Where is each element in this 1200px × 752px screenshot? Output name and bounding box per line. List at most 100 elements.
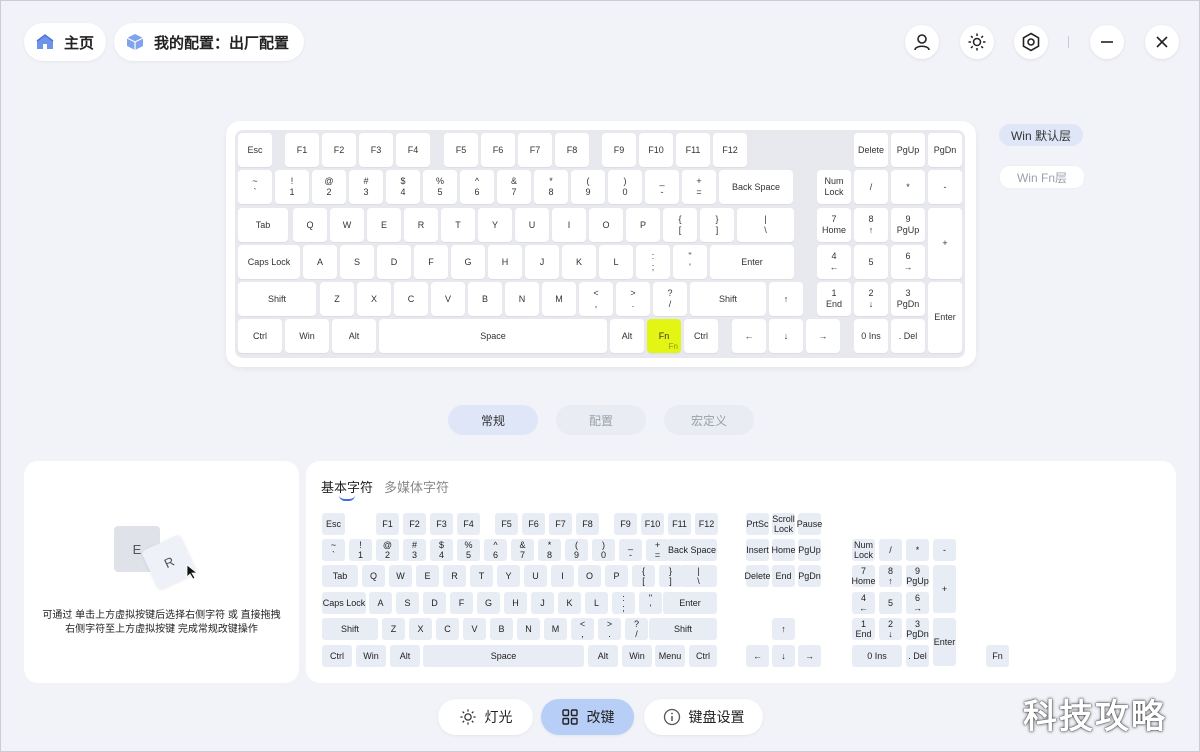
- kb-key-z[interactable]: Z: [320, 282, 354, 316]
- char-key-fn[interactable]: Fn: [986, 645, 1009, 667]
- numpad-key-6[interactable]: 6 →: [906, 592, 929, 614]
- char-key-shift[interactable]: Shift: [322, 618, 378, 640]
- kb-key-sym-4-10[interactable]: ? /: [653, 282, 687, 316]
- kb-key-v[interactable]: V: [431, 282, 465, 316]
- kb-key-5[interactable]: 5: [854, 245, 888, 279]
- numpad-key-sym-1[interactable]: /: [879, 539, 902, 561]
- char-key-l[interactable]: L: [585, 592, 608, 614]
- char-key-sym-3-11[interactable]: " ': [639, 592, 662, 614]
- char-key-c[interactable]: C: [436, 618, 459, 640]
- kb-key-q[interactable]: Q: [293, 208, 327, 242]
- kb-key-8[interactable]: 8 ↑: [854, 208, 888, 242]
- char-key-0[interactable]: ) 0: [592, 539, 615, 561]
- tab-config[interactable]: 配置: [556, 405, 646, 435]
- numpad-key-0-ins[interactable]: 0 Ins: [852, 645, 902, 667]
- char-key-caps-lock[interactable]: Caps Lock: [322, 592, 366, 614]
- kb-key-sym-2-17[interactable]: +: [928, 208, 962, 279]
- kb-key-enter[interactable]: Enter: [928, 282, 962, 353]
- kb-key-sym-1-11[interactable]: _ -: [645, 170, 679, 204]
- kb-key-i[interactable]: I: [552, 208, 586, 242]
- kb-key-sym-1-12[interactable]: + =: [682, 170, 716, 204]
- tab-basic-chars[interactable]: 基本字符: [321, 477, 373, 496]
- kb-key-4[interactable]: 4 ←: [817, 245, 851, 279]
- char-key-o[interactable]: O: [578, 565, 601, 587]
- numpad-key-1-end[interactable]: 1 End: [852, 618, 875, 640]
- char-key-p[interactable]: P: [605, 565, 628, 587]
- nav-keyboard-settings[interactable]: 键盘设置: [644, 699, 763, 735]
- char-key-r[interactable]: R: [443, 565, 466, 587]
- char-key-f7[interactable]: F7: [549, 513, 572, 535]
- char-key-menu[interactable]: Menu: [655, 645, 685, 667]
- kb-key-1[interactable]: ! 1: [275, 170, 309, 204]
- kb-key-2[interactable]: 2 ↓: [854, 282, 888, 316]
- kb-key-1-end[interactable]: 1 End: [817, 282, 851, 316]
- char-key-f6[interactable]: F6: [522, 513, 545, 535]
- kb-key-6[interactable]: 6 →: [891, 245, 925, 279]
- char-key-win[interactable]: Win: [622, 645, 652, 667]
- account-button[interactable]: [905, 25, 939, 59]
- char-key-esc[interactable]: Esc: [322, 513, 345, 535]
- char-key-sym-4-8[interactable]: < ,: [571, 618, 594, 640]
- tab-macro[interactable]: 宏定义: [664, 405, 754, 435]
- char-key-back-space[interactable]: Back Space: [667, 539, 717, 561]
- kb-key-delete[interactable]: Delete: [854, 133, 888, 167]
- numpad-key-enter[interactable]: Enter: [933, 618, 956, 666]
- home-button[interactable]: 主页: [24, 23, 106, 61]
- nav-key-insert[interactable]: Insert: [746, 539, 769, 561]
- nav-key-home[interactable]: Home: [772, 539, 796, 561]
- kb-key-sym-2-12[interactable]: } ]: [700, 208, 734, 242]
- char-key-n[interactable]: N: [517, 618, 540, 640]
- char-key-f2[interactable]: F2: [403, 513, 426, 535]
- char-key-j[interactable]: J: [531, 592, 554, 614]
- char-key-g[interactable]: G: [477, 592, 500, 614]
- nav-key-arrow-12[interactable]: →: [798, 645, 821, 667]
- char-key-f10[interactable]: F10: [641, 513, 664, 535]
- char-key-4[interactable]: $ 4: [430, 539, 453, 561]
- kb-key-sym-4-9[interactable]: > .: [616, 282, 650, 316]
- settings-button[interactable]: [1014, 25, 1048, 59]
- char-key-5[interactable]: % 5: [457, 539, 480, 561]
- kb-key-f[interactable]: F: [414, 245, 448, 279]
- kb-key-sym-1-15[interactable]: /: [854, 170, 888, 204]
- char-key-sym-1-0[interactable]: ~ `: [322, 539, 345, 561]
- kb-key-f4[interactable]: F4: [396, 133, 430, 167]
- kb-key-6[interactable]: ^ 6: [460, 170, 494, 204]
- char-key-shift[interactable]: Shift: [649, 618, 717, 640]
- kb-key-p[interactable]: P: [626, 208, 660, 242]
- kb-key-o[interactable]: O: [589, 208, 623, 242]
- kb-key-y[interactable]: Y: [478, 208, 512, 242]
- char-key-6[interactable]: ^ 6: [484, 539, 507, 561]
- char-key-s[interactable]: S: [396, 592, 419, 614]
- char-key-sym-4-10[interactable]: ? /: [625, 618, 648, 640]
- nav-remap[interactable]: 改键: [541, 699, 634, 735]
- kb-key-f10[interactable]: F10: [639, 133, 673, 167]
- char-key-h[interactable]: H: [504, 592, 527, 614]
- nav-key-delete[interactable]: Delete: [745, 565, 771, 587]
- nav-key-end[interactable]: End: [772, 565, 795, 587]
- kb-key-w[interactable]: W: [330, 208, 364, 242]
- char-key-f8[interactable]: F8: [576, 513, 599, 535]
- kb-key-r[interactable]: R: [404, 208, 438, 242]
- kb-key-4[interactable]: $ 4: [386, 170, 420, 204]
- char-key-q[interactable]: Q: [362, 565, 385, 587]
- char-key-w[interactable]: W: [389, 565, 412, 587]
- kb-key-0[interactable]: ) 0: [608, 170, 642, 204]
- kb-key-tab[interactable]: Tab: [238, 208, 288, 242]
- kb-key-e[interactable]: E: [367, 208, 401, 242]
- char-key-space[interactable]: Space: [423, 645, 584, 667]
- char-key-a[interactable]: A: [369, 592, 392, 614]
- char-key-k[interactable]: K: [558, 592, 581, 614]
- kb-key-num-lock[interactable]: Num Lock: [817, 170, 851, 204]
- kb-key-f5[interactable]: F5: [444, 133, 478, 167]
- kb-key-b[interactable]: B: [468, 282, 502, 316]
- close-button[interactable]: [1145, 25, 1179, 59]
- kb-key-5[interactable]: % 5: [423, 170, 457, 204]
- nav-lighting[interactable]: 灯光: [438, 699, 533, 735]
- char-key-sym-3-10[interactable]: : ;: [612, 592, 635, 614]
- char-key-f1[interactable]: F1: [376, 513, 399, 535]
- kb-key-ctrl[interactable]: Ctrl: [684, 319, 718, 353]
- kb-key-shift[interactable]: Shift: [690, 282, 766, 316]
- kb-key-f9[interactable]: F9: [602, 133, 636, 167]
- nav-key-arrow-11[interactable]: ↓: [772, 645, 795, 667]
- kb-key-f12[interactable]: F12: [713, 133, 747, 167]
